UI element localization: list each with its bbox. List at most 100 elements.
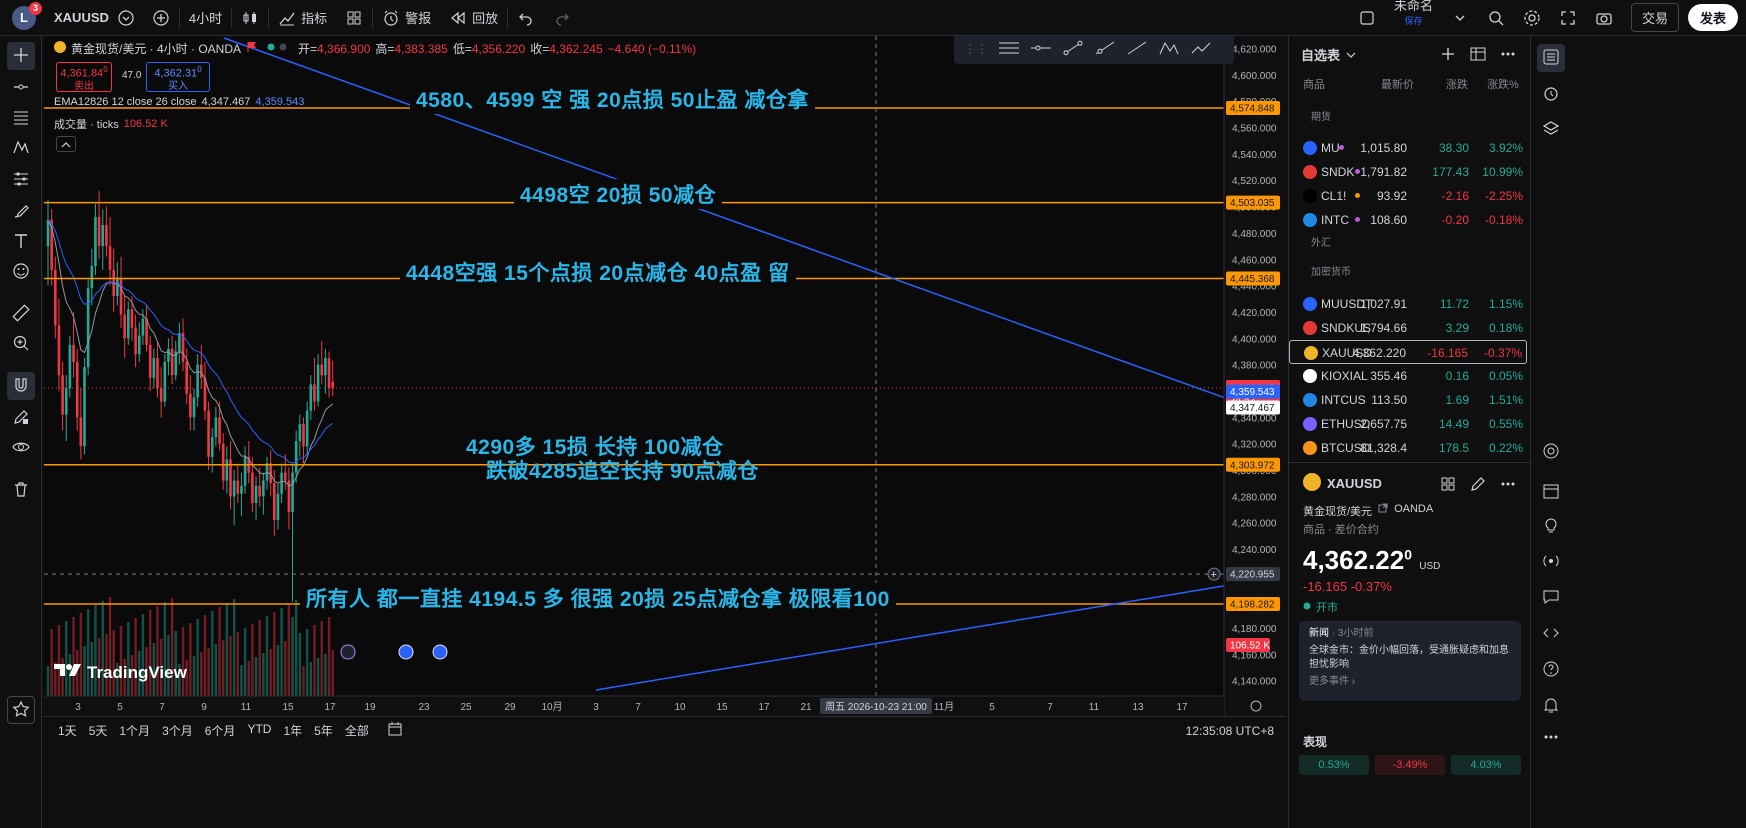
chevron-down-icon[interactable]	[1346, 47, 1356, 62]
fib-lines-icon[interactable]	[998, 40, 1020, 59]
candle-body[interactable]	[236, 480, 240, 494]
grid-icon[interactable]	[1439, 475, 1457, 496]
lock-drawings-tool[interactable]	[7, 404, 35, 432]
streams-toggle[interactable]	[1537, 548, 1565, 576]
fullscreen-button[interactable]	[1550, 0, 1586, 36]
candle-body[interactable]	[189, 393, 192, 418]
buy-button[interactable]: 4,362.310 买入	[146, 62, 210, 92]
candle-body[interactable]	[221, 443, 225, 481]
candle-body[interactable]	[254, 485, 258, 503]
watchlist-row[interactable]: BTCUSD 81,328.4 178.5 0.22%	[1289, 436, 1527, 460]
col-last[interactable]: 最新价	[1381, 76, 1414, 92]
candle-body[interactable]	[320, 364, 324, 376]
undo-button[interactable]	[508, 0, 544, 36]
ideas-toggle[interactable]	[1537, 512, 1565, 540]
more-events-link[interactable]: 更多事件 ›	[1309, 675, 1511, 689]
range-button[interactable]: 1年	[277, 722, 308, 739]
annotation-text-2[interactable]: 4498空 20损 50减仓	[514, 179, 723, 209]
range-button[interactable]: 3个月	[156, 722, 199, 739]
hotlists-toggle[interactable]	[1537, 438, 1565, 466]
collapse-legend-button[interactable]	[56, 136, 76, 152]
favorites-tool[interactable]	[7, 696, 35, 724]
notifications-toggle[interactable]	[1537, 692, 1565, 720]
range-button[interactable]: 6个月	[199, 722, 242, 739]
watchlist-row[interactable]: INTC 108.60 -0.20 -0.18%	[1289, 208, 1527, 232]
candle-body[interactable]	[86, 288, 90, 368]
path-icon[interactable]	[1190, 40, 1212, 59]
remove-drawings-tool[interactable]	[7, 476, 35, 504]
symbol-search-button[interactable]: XAUUSD	[46, 4, 143, 32]
candle-body[interactable]	[130, 309, 134, 328]
candle-body[interactable]	[79, 417, 83, 447]
layout-name-button[interactable]: 未命名 保存	[1385, 0, 1442, 36]
magnet-tool[interactable]	[7, 372, 35, 400]
candle-body[interactable]	[258, 485, 261, 497]
candle-body[interactable]	[196, 364, 199, 398]
candle-body[interactable]	[163, 362, 167, 402]
range-button[interactable]: 5天	[83, 722, 114, 739]
replay-button[interactable]: 回放	[440, 0, 507, 36]
candle-body[interactable]	[178, 333, 181, 352]
col-symbol[interactable]: 商品	[1303, 76, 1325, 92]
price-axis[interactable]	[1224, 36, 1286, 716]
section-crypto[interactable]: 加密货币	[1311, 263, 1351, 278]
candle-body[interactable]	[276, 493, 280, 521]
watchlist-row[interactable]: MUUSDT 1,027.91 11.72 1.15%	[1289, 292, 1527, 316]
publish-button[interactable]: 发表	[1687, 4, 1738, 31]
watchlist-row[interactable]: KIOXIAL 355.46 0.16 0.05%	[1289, 364, 1527, 388]
candle-body[interactable]	[46, 219, 50, 247]
candle-body[interactable]	[90, 265, 94, 289]
measure-tool[interactable]	[7, 300, 35, 328]
chart-type-button[interactable]	[232, 0, 268, 36]
candle-body[interactable]	[210, 437, 214, 457]
annotation-text-1[interactable]: 4580、4599 空 强 20点损 50止盈 减仓拿	[410, 84, 815, 114]
layout-menu-button[interactable]	[1442, 0, 1478, 36]
watchlist-row[interactable]: INTCUS 113.50 1.69 1.51%	[1289, 388, 1527, 412]
layout-toggle[interactable]	[1349, 0, 1385, 36]
candle-body[interactable]	[152, 358, 156, 378]
trendline-icon[interactable]	[1062, 40, 1084, 59]
candle-body[interactable]	[331, 381, 334, 389]
candle-body[interactable]	[170, 348, 174, 376]
candle-body[interactable]	[156, 358, 159, 389]
tradingview-logo[interactable]: TradingView	[54, 662, 187, 683]
drag-handle-icon[interactable]: ⋮⋮	[964, 42, 988, 56]
interval-button[interactable]: 4小时	[180, 0, 231, 36]
col-change[interactable]: 涨跌	[1446, 76, 1468, 92]
candle-body[interactable]	[105, 225, 108, 247]
layers-toggle[interactable]	[1537, 116, 1565, 144]
range-button[interactable]: 全部	[339, 722, 375, 739]
watchlist-row[interactable]: SNDKUS 1,794.66 3.29 0.18%	[1289, 316, 1527, 340]
candle-body[interactable]	[309, 384, 313, 411]
more-options-icon[interactable]	[1499, 475, 1517, 496]
edit-icon[interactable]	[1469, 475, 1487, 496]
candle-body[interactable]	[57, 325, 61, 376]
quick-search-button[interactable]	[1478, 0, 1514, 36]
watchlist-title[interactable]: 自选表	[1301, 45, 1340, 64]
range-button[interactable]: 1天	[52, 722, 83, 739]
candle-body[interactable]	[97, 217, 101, 247]
candle-body[interactable]	[167, 348, 170, 362]
indicators-button[interactable]: 指标	[269, 0, 336, 36]
ray-icon[interactable]	[1094, 40, 1116, 59]
economic-event-flag-icon[interactable]	[398, 644, 414, 660]
snapshot-button[interactable]	[1586, 0, 1622, 36]
watchlist-toggle[interactable]	[1537, 44, 1565, 72]
candle-body[interactable]	[127, 309, 130, 339]
candle-body[interactable]	[61, 375, 64, 415]
annotation-text-6[interactable]: 所有人 都一直挂 4194.5 多 很强 20损 25点减仓拿 极限看100	[300, 583, 896, 613]
candle-body[interactable]	[218, 417, 221, 444]
templates-button[interactable]	[336, 0, 372, 36]
candle-body[interactable]	[294, 441, 298, 473]
candle-body[interactable]	[75, 362, 79, 418]
candle-body[interactable]	[214, 417, 218, 438]
candle-body[interactable]	[313, 384, 316, 402]
more-options-icon[interactable]	[1499, 45, 1517, 66]
annotation-text-3[interactable]: 4448空强 15个点损 20点减仓 40点盈 留	[400, 257, 796, 287]
candle-body[interactable]	[232, 480, 236, 497]
price-chart[interactable]: 4,620.0004,600.0004,580.0004,560.0004,54…	[44, 36, 1286, 716]
candle-body[interactable]	[123, 314, 126, 339]
crosshair-tool[interactable]	[7, 42, 35, 70]
zoom-tool[interactable]	[7, 330, 35, 358]
section-fx[interactable]: 外汇	[1311, 234, 1331, 249]
